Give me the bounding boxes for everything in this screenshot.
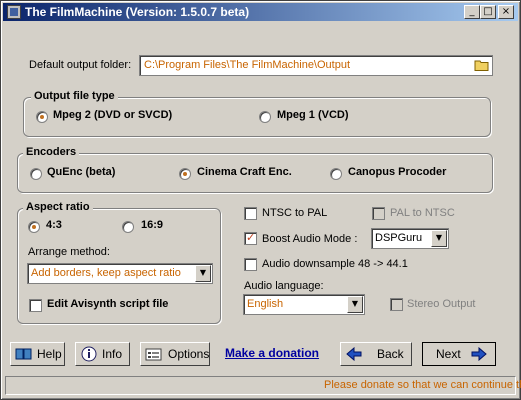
- info-icon: [81, 346, 97, 365]
- help-label: Help: [37, 347, 62, 361]
- options-label: Options: [168, 347, 210, 361]
- output-folder-field[interactable]: C:\Program Files\The FilmMachine\Output: [139, 55, 493, 76]
- audio-language-label: Audio language:: [244, 280, 324, 292]
- radio-quenc-label: QuEnc (beta): [47, 166, 116, 178]
- boost-audio-label: Boost Audio Mode :: [262, 233, 358, 245]
- radio-quenc[interactable]: [30, 168, 42, 180]
- back-arrow-icon: [346, 346, 362, 364]
- stereo-output-checkbox[interactable]: [390, 298, 403, 311]
- radio-16-9-label: 16:9: [141, 219, 164, 231]
- options-icon: [145, 346, 163, 365]
- radio-canopus[interactable]: [330, 168, 342, 180]
- status-bar: Please donate so that we can continue th…: [5, 376, 521, 395]
- chevron-down-icon[interactable]: ▼: [347, 296, 363, 313]
- radio-cinema-craft-label: Cinema Craft Enc.: [197, 166, 292, 178]
- arrange-method-select[interactable]: Add borders, keep aspect ratio ▼: [27, 263, 213, 284]
- boost-audio-select[interactable]: DSPGuru ▼: [371, 228, 449, 249]
- radio-4-3[interactable]: [28, 221, 40, 233]
- options-button[interactable]: Options: [140, 342, 210, 366]
- folder-icon[interactable]: [474, 58, 489, 72]
- avisynth-label: Edit Avisynth script file: [47, 298, 169, 310]
- radio-mpeg2[interactable]: [36, 111, 48, 123]
- pal-to-ntsc-label: PAL to NTSC: [390, 207, 455, 219]
- output-type-title: Output file type: [31, 90, 118, 102]
- radio-mpeg1-label: Mpeg 1 (VCD): [277, 109, 349, 121]
- ntsc-to-pal-label: NTSC to PAL: [262, 207, 328, 219]
- radio-canopus-label: Canopus Procoder: [348, 166, 447, 178]
- aspect-title: Aspect ratio: [23, 201, 93, 213]
- arrange-method-label: Arrange method:: [28, 246, 110, 258]
- info-button[interactable]: Info: [75, 342, 130, 366]
- next-arrow-icon: [471, 346, 487, 364]
- arrange-method-value: Add borders, keep aspect ratio: [31, 267, 181, 279]
- back-button[interactable]: Back: [340, 342, 412, 366]
- status-text: Please donate so that we can continue th…: [324, 379, 521, 391]
- donation-link[interactable]: Make a donation: [225, 346, 319, 360]
- audio-downsample-checkbox[interactable]: [244, 258, 257, 271]
- window-title: The FilmMachine (Version: 1.5.0.7 beta): [25, 5, 250, 19]
- app-icon: [7, 5, 21, 19]
- chevron-down-icon[interactable]: ▼: [431, 230, 447, 247]
- audio-downsample-label: Audio downsample 48 -> 44.1: [262, 258, 408, 270]
- maximize-button[interactable]: □: [480, 5, 496, 19]
- next-label: Next: [436, 347, 461, 361]
- help-button[interactable]: Help: [10, 342, 65, 366]
- pal-to-ntsc-checkbox[interactable]: [372, 207, 385, 220]
- title-bar[interactable]: The FilmMachine (Version: 1.5.0.7 beta) …: [3, 3, 518, 21]
- output-folder-label: Default output folder:: [29, 59, 132, 71]
- info-label: Info: [102, 347, 123, 361]
- encoders-title: Encoders: [23, 146, 80, 158]
- audio-language-select[interactable]: English ▼: [243, 294, 365, 315]
- output-folder-value: C:\Program Files\The FilmMachine\Output: [144, 59, 351, 71]
- help-icon: [15, 346, 33, 365]
- ntsc-to-pal-checkbox[interactable]: [244, 207, 257, 220]
- radio-cinema-craft[interactable]: [179, 168, 191, 180]
- app-window: The FilmMachine (Version: 1.5.0.7 beta) …: [0, 0, 521, 400]
- radio-mpeg1[interactable]: [259, 111, 271, 123]
- radio-16-9[interactable]: [122, 221, 134, 233]
- minimize-button[interactable]: _: [464, 5, 480, 19]
- audio-language-value: English: [247, 298, 284, 310]
- chevron-down-icon[interactable]: ▼: [195, 265, 211, 282]
- boost-audio-value: DSPGuru: [375, 232, 423, 244]
- close-button[interactable]: ×: [498, 5, 514, 19]
- next-button[interactable]: Next: [422, 342, 496, 366]
- avisynth-checkbox[interactable]: [29, 299, 42, 312]
- boost-audio-checkbox[interactable]: [244, 231, 257, 245]
- radio-mpeg2-label: Mpeg 2 (DVD or SVCD): [53, 109, 173, 121]
- radio-4-3-label: 4:3: [46, 219, 62, 231]
- back-label: Back: [377, 347, 404, 361]
- stereo-output-label: Stereo Output: [407, 298, 476, 310]
